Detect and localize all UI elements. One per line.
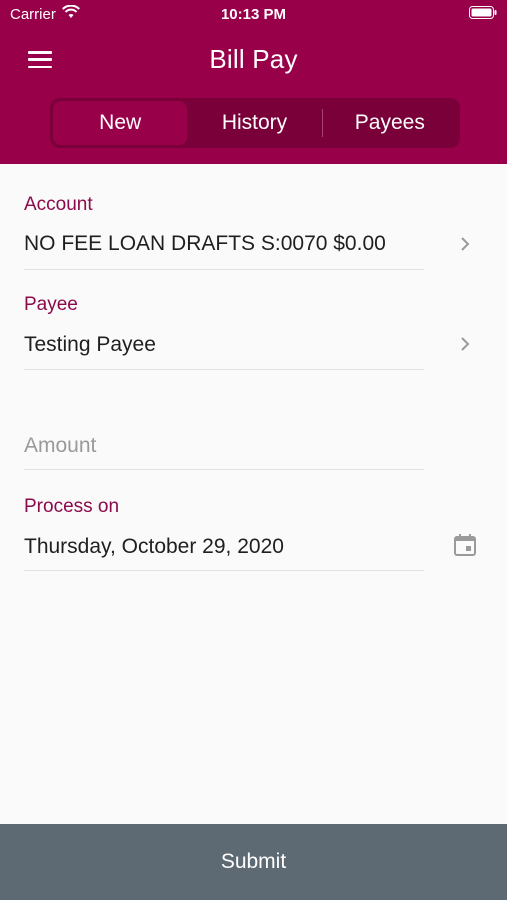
payee-value: Testing Payee <box>24 333 156 356</box>
process-on-value: Thursday, October 29, 2020 <box>24 535 284 558</box>
chevron-right-icon[interactable] <box>460 236 470 252</box>
payee-divider <box>24 369 424 370</box>
tab-bar: New History Payees <box>50 98 460 148</box>
status-bar: Carrier 10:13 PM <box>0 0 507 30</box>
account-divider <box>24 269 424 270</box>
process-on-divider <box>24 570 424 571</box>
chevron-right-icon[interactable] <box>460 336 470 352</box>
battery-icon <box>469 6 497 19</box>
tab-new[interactable]: New <box>53 101 188 145</box>
process-date-field[interactable]: Process on Thursday, October 29, 2020 <box>24 496 424 571</box>
account-field[interactable]: Account NO FEE LOAN DRAFTS S:0070 $0.00 <box>24 194 424 270</box>
account-value: NO FEE LOAN DRAFTS S:0070 $0.00 <box>24 232 386 255</box>
payee-field[interactable]: Payee Testing Payee <box>24 294 424 370</box>
payee-label: Payee <box>24 294 78 315</box>
calendar-icon[interactable] <box>453 533 477 557</box>
page-title: Bill Pay <box>209 44 298 74</box>
amount-divider <box>24 469 424 470</box>
amount-input[interactable]: Amount <box>24 434 424 458</box>
tab-payees[interactable]: Payees <box>323 101 457 145</box>
amount-field[interactable]: Amount <box>24 434 424 470</box>
account-label: Account <box>24 194 93 215</box>
tab-history[interactable]: History <box>187 101 321 145</box>
app-header: Carrier 10:13 PM Bill Pay New History Pa… <box>0 0 507 164</box>
status-time: 10:13 PM <box>220 6 287 23</box>
process-on-label: Process on <box>24 496 120 517</box>
submit-button[interactable]: Submit <box>0 824 507 900</box>
